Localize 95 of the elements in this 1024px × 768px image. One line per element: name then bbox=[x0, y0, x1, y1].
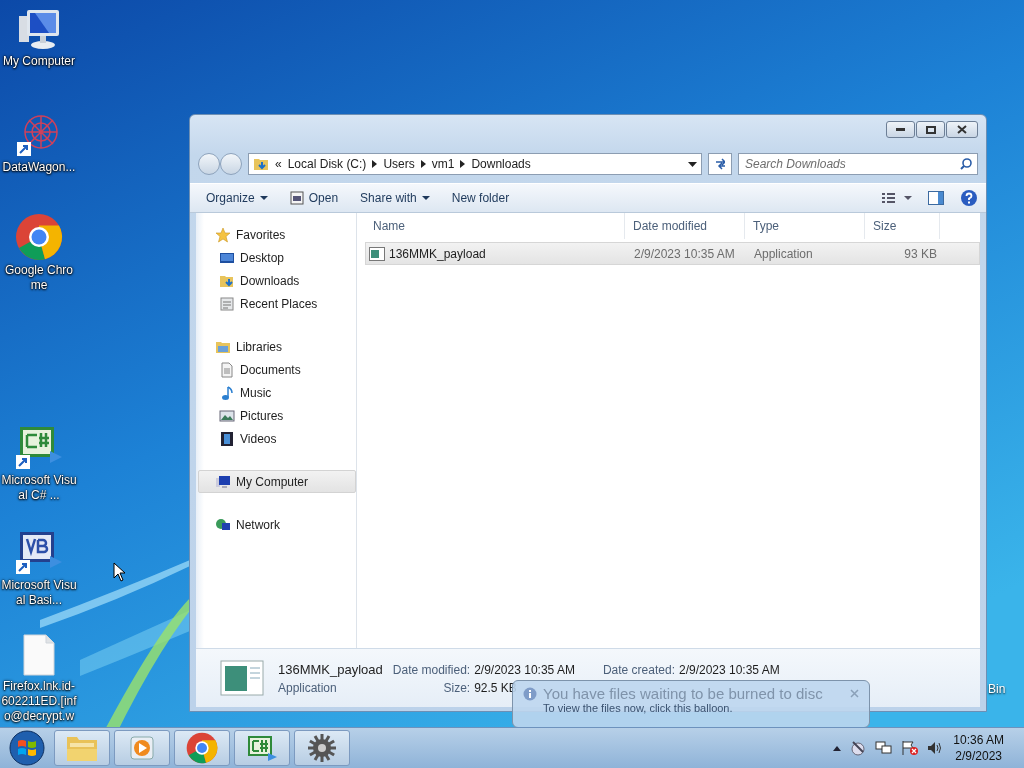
close-icon bbox=[957, 125, 967, 134]
info-icon bbox=[523, 686, 537, 701]
balloon-title: You have files waiting to be burned to disc bbox=[543, 685, 823, 702]
network-icon[interactable] bbox=[875, 740, 894, 756]
table-cell-text: 2/9/2023 10:35 AM bbox=[633, 246, 736, 261]
toolbar-button[interactable]: New folder bbox=[451, 189, 510, 207]
chrome-icon bbox=[15, 213, 63, 261]
details-label: Date created: bbox=[602, 662, 675, 677]
desktop-icon-label[interactable]: Google Chrome bbox=[1, 263, 77, 293]
column-header[interactable]: Date modified bbox=[625, 213, 745, 239]
chevron-icon bbox=[372, 160, 378, 168]
desktop-icon-label[interactable]: DataWagon... bbox=[1, 160, 77, 175]
up-arrow-icon[interactable] bbox=[833, 745, 842, 751]
play-icon bbox=[129, 735, 155, 761]
notification-balloon[interactable]: You have files waiting to be burned to disc To view the files now, click this balloon. bbox=[512, 680, 870, 728]
sidebar-item[interactable]: Videos bbox=[198, 427, 356, 450]
sidebar-item[interactable]: Favorites bbox=[198, 223, 356, 246]
chevron-icon bbox=[420, 160, 426, 168]
view-options-icon[interactable] bbox=[882, 192, 912, 204]
sidebar-item[interactable]: Downloads bbox=[198, 269, 356, 292]
desktop-icon-label: Bin bbox=[988, 682, 1006, 697]
search-field[interactable]: Search Downloads bbox=[738, 153, 978, 175]
file-icon bbox=[22, 633, 56, 677]
sidebar-item[interactable]: Libraries bbox=[198, 335, 356, 358]
address-bar[interactable]: « Local Disk (C:) Users vm1 Downloads bbox=[248, 153, 702, 175]
sidebar-item[interactable]: Network bbox=[198, 513, 356, 536]
sidebar-item[interactable]: Pictures bbox=[198, 404, 356, 427]
details-label: Date modified: bbox=[392, 662, 471, 677]
documents-icon bbox=[219, 361, 235, 378]
file-name: 136MMK_payload bbox=[389, 246, 486, 261]
preview-pane-icon[interactable] bbox=[928, 191, 944, 205]
recent-icon bbox=[219, 295, 235, 312]
sidebar-item[interactable]: Desktop bbox=[198, 246, 356, 269]
csharp-icon bbox=[246, 735, 278, 761]
details-label: Size: bbox=[442, 680, 471, 695]
column-header[interactable]: Type bbox=[745, 213, 865, 239]
clock[interactable]: 10:36 AM 2/9/2023 bbox=[953, 732, 1004, 764]
breadcrumb-item[interactable]: Downloads bbox=[471, 157, 531, 171]
caret-icon bbox=[421, 196, 430, 200]
folder-icon bbox=[253, 156, 269, 172]
flag-icon[interactable] bbox=[901, 740, 920, 756]
table-cell-text: 93 KB bbox=[903, 246, 938, 261]
computer-icon bbox=[215, 473, 231, 490]
maximize-icon bbox=[925, 125, 936, 134]
network-icon bbox=[215, 516, 231, 533]
application-icon bbox=[369, 246, 385, 261]
maximize-button[interactable] bbox=[916, 121, 945, 138]
sidebar-item[interactable]: Recent Places bbox=[198, 292, 356, 315]
breadcrumb-item[interactable]: Users bbox=[383, 157, 415, 171]
chevron-icon bbox=[460, 160, 466, 168]
mouse-cursor bbox=[113, 562, 126, 582]
toolbar-button[interactable]: Share with bbox=[360, 189, 430, 207]
taskbar-button[interactable] bbox=[234, 730, 290, 766]
chrome-icon bbox=[186, 732, 218, 764]
desktop-icon-label[interactable]: My Computer bbox=[1, 54, 77, 69]
table-cell-text: Application bbox=[753, 246, 814, 261]
csharp-icon bbox=[14, 425, 64, 471]
close-button[interactable] bbox=[946, 121, 978, 138]
desktop-icon-label[interactable]: Microsoft Visual Basi... bbox=[1, 578, 77, 608]
desktop-icon-label[interactable]: Microsoft Visual C# ... bbox=[1, 473, 77, 503]
file-row[interactable]: 136MMK_payload 2/9/2023 10:35 AM Application 93 KB bbox=[365, 242, 980, 265]
minimize-button[interactable] bbox=[886, 121, 915, 138]
refresh-button[interactable] bbox=[708, 153, 732, 175]
taskbar-button[interactable] bbox=[174, 730, 230, 766]
gear-icon bbox=[307, 733, 337, 763]
refresh-icon bbox=[715, 158, 725, 170]
details-file-type: Application bbox=[278, 680, 338, 695]
breadcrumb-item[interactable]: Local Disk (C:) bbox=[287, 157, 367, 171]
toolbar-button[interactable]: Organize bbox=[206, 189, 268, 207]
details-value: 2/9/2023 10:35 AM bbox=[474, 662, 575, 677]
balloon-text: To view the files now, click this balloon. bbox=[542, 702, 734, 714]
search-icon bbox=[960, 158, 972, 170]
details-value: 2/9/2023 10:35 AM bbox=[678, 662, 780, 677]
vb-icon bbox=[14, 530, 64, 576]
sidebar-item[interactable]: My Computer bbox=[198, 470, 356, 493]
disc-burn-icon[interactable] bbox=[849, 740, 868, 756]
toolbar-button[interactable]: Open bbox=[289, 189, 339, 207]
music-icon bbox=[219, 384, 235, 401]
open-icon bbox=[289, 191, 304, 205]
column-header[interactable]: Size bbox=[865, 213, 940, 239]
help-icon[interactable] bbox=[960, 189, 978, 207]
column-header[interactable]: Name bbox=[365, 213, 625, 239]
caret-icon bbox=[259, 196, 268, 200]
details-file-name: 136MMK_payload bbox=[278, 661, 383, 677]
sidebar-item[interactable]: Music bbox=[198, 381, 356, 404]
dropdown-icon[interactable] bbox=[688, 161, 697, 167]
breadcrumb-item[interactable]: vm1 bbox=[431, 157, 455, 171]
pictures-icon bbox=[219, 407, 235, 424]
sidebar-item[interactable]: Documents bbox=[198, 358, 356, 381]
address-overflow[interactable]: « bbox=[275, 157, 282, 171]
videos-icon bbox=[219, 430, 235, 447]
taskbar-button[interactable] bbox=[294, 730, 350, 766]
application-icon bbox=[220, 660, 264, 696]
minimize-icon bbox=[896, 128, 905, 131]
star-icon bbox=[215, 226, 231, 243]
